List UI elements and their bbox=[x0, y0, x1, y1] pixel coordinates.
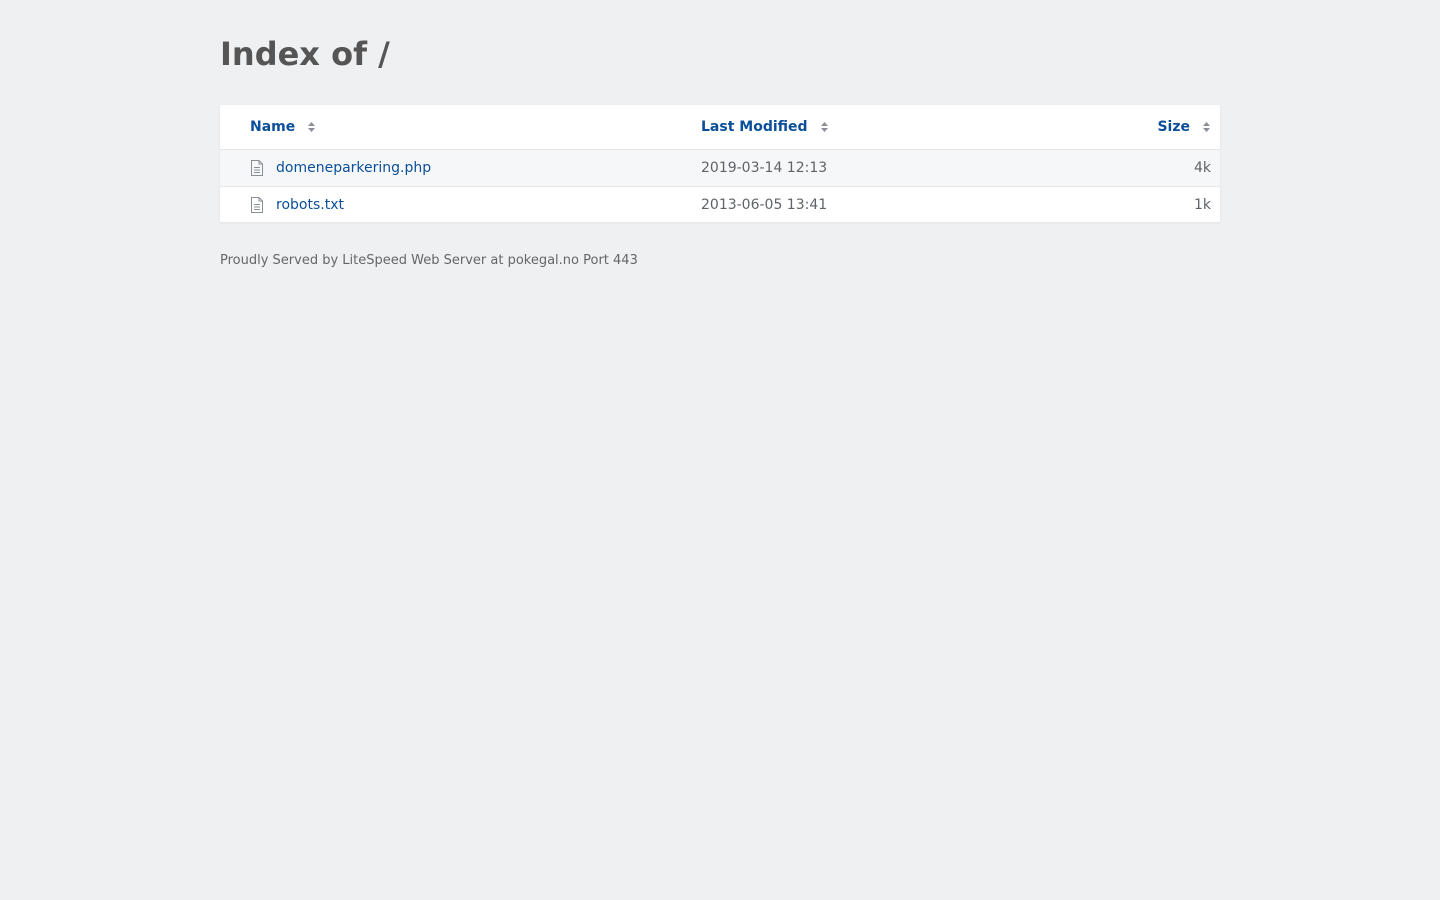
file-icon bbox=[251, 196, 263, 213]
file-link-robots[interactable]: robots.txt bbox=[276, 197, 344, 213]
table-header-row: Name Last Modified Size bbox=[220, 105, 1220, 150]
file-name-cell: domeneparkering.php bbox=[220, 160, 701, 176]
file-icon bbox=[251, 160, 263, 176]
page-container: Index of / Name Last Modified Size domen… bbox=[220, 0, 1220, 268]
page-title: Index of / bbox=[220, 35, 390, 73]
size-cell: 4k bbox=[1193, 160, 1211, 176]
server-footer: Proudly Served by LiteSpeed Web Server a… bbox=[220, 253, 638, 268]
size-header-label: Size bbox=[1157, 119, 1190, 135]
file-link-domeneparkering[interactable]: domeneparkering.php bbox=[276, 160, 431, 176]
sort-arrows-icon bbox=[1203, 122, 1210, 132]
modified-header-label: Last Modified bbox=[701, 119, 808, 135]
name-header-label: Name bbox=[250, 119, 296, 135]
table-row: domeneparkering.php 2019-03-14 12:13 4k bbox=[220, 150, 1220, 186]
modified-cell: 2013-06-05 13:41 bbox=[701, 196, 828, 213]
table-row: robots.txt 2013-06-05 13:41 1k bbox=[220, 186, 1220, 222]
sort-arrows-icon bbox=[820, 122, 828, 132]
sort-arrows-icon bbox=[308, 122, 316, 132]
size-column-header: Size bbox=[1081, 119, 1220, 135]
modified-cell: 2019-03-14 12:13 bbox=[701, 160, 828, 176]
file-name-cell: robots.txt bbox=[220, 196, 701, 213]
sort-by-modified-link[interactable]: Last Modified bbox=[701, 119, 829, 135]
modified-column-header: Last Modified bbox=[701, 119, 1081, 135]
file-listing-table: Name Last Modified Size domeneparkering.… bbox=[220, 105, 1220, 222]
sort-by-size-link[interactable]: Size bbox=[1157, 119, 1211, 135]
sort-by-name-link[interactable]: Name bbox=[250, 119, 316, 135]
size-cell: 1k bbox=[1193, 196, 1211, 213]
name-column-header: Name bbox=[220, 119, 701, 135]
